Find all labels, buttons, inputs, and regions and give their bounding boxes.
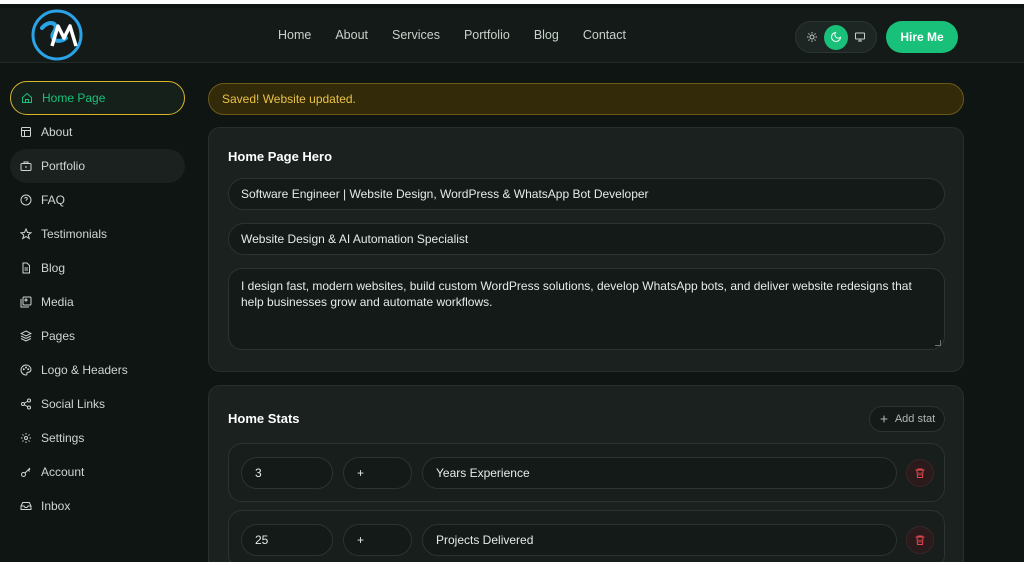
nav-blog[interactable]: Blog [534, 28, 559, 42]
sidebar-item-label: Portfolio [41, 159, 86, 173]
sidebar-item-pages[interactable]: Pages [10, 319, 185, 353]
layers-icon [20, 330, 32, 342]
trash-icon [915, 535, 925, 545]
sidebar-item-label: Media [41, 295, 74, 309]
stat-row: 3 + Years Experience [228, 443, 945, 502]
home-icon [22, 92, 32, 103]
top-header: SM Home About Services Portfolio Blog Co… [0, 8, 1024, 63]
hero-headline-input[interactable]: Software Engineer | Website Design, Word… [228, 178, 945, 210]
key-icon [21, 467, 31, 477]
hero-description-textarea[interactable]: I design fast, modern websites, build cu… [228, 268, 945, 350]
plus-icon [880, 415, 888, 423]
gear-icon [21, 433, 31, 443]
sidebar-item-portfolio[interactable]: Portfolio [10, 149, 185, 183]
help-circle-icon [20, 194, 32, 206]
add-stat-button[interactable]: Add stat [869, 406, 945, 432]
nav-about[interactable]: About [335, 28, 368, 42]
hero-card-title: Home Page Hero [228, 149, 333, 164]
sidebar-item-label: Inbox [41, 499, 71, 513]
nav-home[interactable]: Home [278, 28, 311, 42]
hire-me-button[interactable]: Hire Me [886, 21, 958, 53]
sidebar-item-inbox[interactable]: Inbox [10, 489, 185, 523]
sidebar-item-label: Settings [41, 431, 85, 445]
sidebar-item-label: Testimonials [41, 227, 108, 241]
sidebar-item-label: Blog [41, 261, 66, 275]
home-stats-card: Home Stats Add stat 3 + Years Experience… [208, 385, 964, 562]
resize-handle-icon[interactable] [935, 340, 941, 346]
palette-icon [20, 364, 32, 376]
main-nav: Home About Services Portfolio Blog Conta… [278, 28, 650, 42]
sidebar-item-label: Pages [41, 329, 76, 343]
image-icon [20, 296, 32, 308]
sidebar-item-label: Social Links [41, 397, 106, 411]
sidebar-item-label: Logo & Headers [41, 363, 128, 377]
stat-value-input[interactable]: 25 [241, 524, 333, 556]
sun-icon[interactable] [800, 25, 824, 50]
document-icon [22, 262, 30, 274]
stat-label-input[interactable]: Years Experience [422, 457, 897, 489]
inbox-icon [20, 502, 32, 510]
svg-text:SM: SM [57, 59, 59, 61]
theme-toggle [795, 21, 877, 53]
add-stat-label: Add stat [894, 413, 936, 425]
share-icon [21, 398, 31, 410]
brand-logo[interactable]: SM [30, 8, 84, 62]
sidebar-item-testimonials[interactable]: Testimonials [10, 217, 185, 251]
layout-icon [21, 127, 31, 137]
sidebar-item-settings[interactable]: Settings [10, 421, 185, 455]
briefcase-icon [20, 161, 32, 171]
stat-label-input[interactable]: Projects Delivered [422, 524, 897, 556]
sidebar-item-label: FAQ [41, 193, 66, 207]
stat-value-input[interactable]: 3 [241, 457, 333, 489]
stat-suffix-input[interactable]: + [343, 524, 412, 556]
sidebar-item-social-links[interactable]: Social Links [10, 387, 185, 421]
sidebar-item-logo-headers[interactable]: Logo & Headers [10, 353, 185, 387]
sidebar-item-media[interactable]: Media [10, 285, 185, 319]
nav-contact[interactable]: Contact [583, 28, 626, 42]
moon-icon[interactable] [824, 24, 848, 50]
sidebar-item-about[interactable]: About [10, 115, 185, 149]
nav-portfolio[interactable]: Portfolio [464, 28, 510, 42]
sidebar-item-label: Account [41, 465, 85, 479]
delete-stat-button[interactable] [906, 526, 934, 554]
sidebar-item-label: Home Page [42, 91, 106, 105]
hero-subheadline-input[interactable]: Website Design & AI Automation Specialis… [228, 223, 945, 255]
delete-stat-button[interactable] [906, 459, 934, 487]
sidebar-item-label: About [41, 125, 73, 139]
admin-sidebar: Home Page About Portfolio FAQ Testimonia… [0, 64, 195, 562]
stat-suffix-input[interactable]: + [343, 457, 412, 489]
stat-row: 25 + Projects Delivered [228, 510, 945, 562]
trash-icon [915, 468, 925, 478]
sidebar-item-home-page[interactable]: Home Page [10, 81, 185, 115]
stats-card-title: Home Stats [228, 411, 300, 426]
nav-services[interactable]: Services [392, 28, 440, 42]
home-hero-card: Home Page Hero Software Engineer | Websi… [208, 127, 964, 372]
monitor-icon[interactable] [848, 25, 872, 50]
star-icon [20, 228, 32, 240]
hero-description-text: I design fast, modern websites, build cu… [241, 279, 912, 309]
sidebar-item-faq[interactable]: FAQ [10, 183, 185, 217]
sidebar-item-blog[interactable]: Blog [10, 251, 185, 285]
success-alert: Saved! Website updated. [208, 83, 964, 115]
sidebar-item-account[interactable]: Account [10, 455, 185, 489]
